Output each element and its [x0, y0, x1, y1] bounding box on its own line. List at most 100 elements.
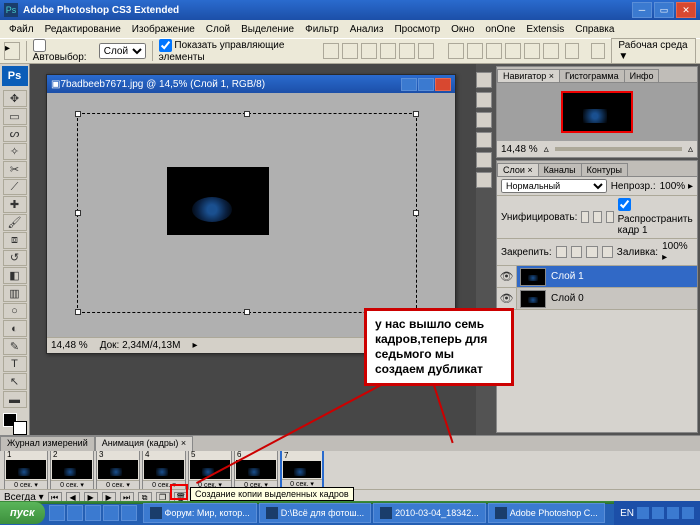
tray-icon[interactable]: [652, 507, 664, 519]
zoom-in-icon[interactable]: ▵: [688, 144, 693, 155]
menu-item[interactable]: Extensis: [521, 22, 569, 37]
menu-item[interactable]: Фильтр: [300, 22, 344, 37]
layer-row[interactable]: 👁Слой 1: [497, 266, 697, 288]
dodge-tool[interactable]: ◐: [3, 320, 27, 337]
color-swatches[interactable]: [3, 413, 27, 435]
crop-tool[interactable]: ✂: [3, 161, 27, 178]
transform-handle[interactable]: [413, 210, 419, 216]
marquee-tool[interactable]: ▭: [3, 108, 27, 125]
menu-item[interactable]: Окно: [446, 22, 479, 37]
unify-icon[interactable]: [581, 211, 589, 223]
collapsed-panel-icon[interactable]: [476, 172, 492, 188]
document-titlebar[interactable]: ▣ 7badbeeb7671.jpg @ 14,5% (Слой 1, RGB/…: [47, 75, 455, 93]
type-tool[interactable]: T: [3, 356, 27, 373]
menu-item[interactable]: Анализ: [345, 22, 389, 37]
layer-thumb[interactable]: [520, 268, 546, 286]
arrange-icon[interactable]: [565, 43, 579, 59]
menu-item[interactable]: Редактирование: [40, 22, 126, 37]
brush-tool[interactable]: 🖌: [3, 214, 27, 231]
quick-launch-icon[interactable]: [121, 505, 137, 521]
lock-icon[interactable]: [556, 246, 567, 258]
taskbar-task[interactable]: Adobe Photoshop C...: [488, 503, 605, 523]
blend-mode-select[interactable]: Нормальный: [501, 179, 607, 193]
layer-thumb[interactable]: [520, 290, 546, 308]
history-brush-tool[interactable]: ↺: [3, 250, 27, 267]
collapsed-panel-icon[interactable]: [476, 92, 492, 108]
maximize-button[interactable]: ▭: [654, 2, 674, 18]
lock-icon[interactable]: [586, 246, 597, 258]
distribute-icon[interactable]: [486, 43, 502, 59]
align-icon[interactable]: [418, 43, 434, 59]
align-icon[interactable]: [361, 43, 377, 59]
stamp-tool[interactable]: ⧈: [3, 232, 27, 249]
align-icon[interactable]: [323, 43, 339, 59]
panel-tab[interactable]: Слои ×: [497, 163, 539, 176]
close-button[interactable]: ✕: [676, 2, 696, 18]
align-icon[interactable]: [380, 43, 396, 59]
workspace-menu[interactable]: Рабочая среда ▼: [611, 38, 696, 64]
gradient-tool[interactable]: ▥: [3, 285, 27, 302]
menu-item[interactable]: Справка: [570, 22, 619, 37]
tray-icon[interactable]: [667, 507, 679, 519]
quick-launch-icon[interactable]: [49, 505, 65, 521]
menu-item[interactable]: Просмотр: [389, 22, 445, 37]
eraser-tool[interactable]: ◧: [3, 267, 27, 284]
auto-select-target[interactable]: Слой: [99, 43, 146, 59]
pen-tool[interactable]: ✎: [3, 338, 27, 355]
path-tool[interactable]: ↖: [3, 373, 27, 390]
menu-item[interactable]: Выделение: [236, 22, 299, 37]
distribute-icon[interactable]: [467, 43, 483, 59]
menu-item[interactable]: onOne: [480, 22, 520, 37]
zoom-readout[interactable]: 14,48 %: [51, 340, 88, 351]
blur-tool[interactable]: ○: [3, 303, 27, 320]
taskbar-task[interactable]: Форум: Мир, котор...: [143, 503, 257, 523]
start-button[interactable]: пуск: [0, 502, 45, 524]
tray-icon[interactable]: [637, 507, 649, 519]
transform-handle[interactable]: [75, 309, 81, 315]
distribute-icon[interactable]: [448, 43, 464, 59]
transform-handle[interactable]: [244, 111, 250, 117]
collapsed-panel-icon[interactable]: [476, 112, 492, 128]
current-tool-icon[interactable]: ▸: [4, 42, 20, 60]
menu-item[interactable]: Файл: [4, 22, 39, 37]
taskbar-task[interactable]: 2010-03-04_18342...: [373, 503, 486, 523]
align-icon[interactable]: [399, 43, 415, 59]
doc-minimize-button[interactable]: [401, 78, 417, 91]
unify-icon[interactable]: [606, 211, 614, 223]
menu-item[interactable]: Изображение: [127, 22, 200, 37]
taskbar-task[interactable]: D:\Всё для фотош...: [259, 503, 371, 523]
panel-tab[interactable]: Навигатор ×: [497, 69, 560, 82]
animation-frame[interactable]: 60 сек. ▾: [234, 451, 278, 489]
doc-close-button[interactable]: [435, 78, 451, 91]
visibility-icon[interactable]: 👁: [497, 288, 517, 309]
lang-indicator[interactable]: EN: [620, 508, 634, 519]
animation-frame[interactable]: 20 сек. ▾: [50, 451, 94, 489]
lasso-tool[interactable]: ᔕ: [3, 126, 27, 143]
layer-name[interactable]: Слой 0: [549, 293, 584, 304]
align-icon[interactable]: [342, 43, 358, 59]
navigator-thumb[interactable]: [561, 91, 633, 133]
doc-maximize-button[interactable]: [418, 78, 434, 91]
auto-select-checkbox[interactable]: Автовыбор:: [33, 39, 93, 63]
animation-frame[interactable]: 10 сек. ▾: [4, 451, 48, 489]
go-bridge-icon[interactable]: [591, 43, 605, 59]
visibility-icon[interactable]: 👁: [497, 266, 517, 287]
transform-handle[interactable]: [75, 111, 81, 117]
lock-icon[interactable]: [571, 246, 582, 258]
move-tool[interactable]: ✥: [3, 90, 27, 107]
panel-tab[interactable]: Анимация (кадры) ×: [95, 436, 193, 451]
animation-frame[interactable]: 30 сек. ▾: [96, 451, 140, 489]
nav-zoom-readout[interactable]: 14,48 %: [501, 144, 538, 155]
slice-tool[interactable]: ⟋: [3, 179, 27, 196]
distribute-icon[interactable]: [505, 43, 521, 59]
show-controls-checkbox[interactable]: Показать управляющие элементы: [159, 39, 310, 63]
minimize-button[interactable]: ─: [632, 2, 652, 18]
transform-handle[interactable]: [244, 309, 250, 315]
heal-tool[interactable]: ✚: [3, 196, 27, 213]
navigator-preview[interactable]: [497, 83, 697, 141]
quick-launch-icon[interactable]: [85, 505, 101, 521]
animation-frame[interactable]: 50 сек. ▾: [188, 451, 232, 489]
panel-tab[interactable]: Журнал измерений: [0, 436, 95, 451]
transform-handle[interactable]: [413, 111, 419, 117]
frame-delay[interactable]: 0 сек. ▾: [51, 480, 93, 489]
